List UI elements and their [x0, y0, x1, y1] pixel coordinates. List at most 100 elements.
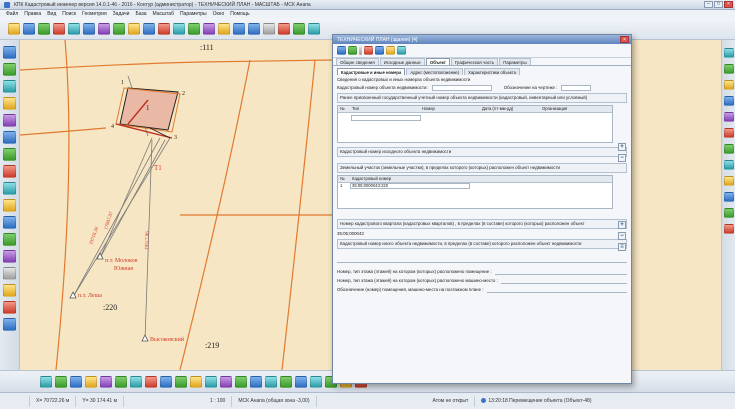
- add-row-button[interactable]: +: [618, 143, 626, 151]
- select-icon[interactable]: [278, 22, 290, 35]
- menu-parameters[interactable]: Параметры: [180, 11, 207, 17]
- arc-icon[interactable]: [3, 80, 16, 93]
- draw-tool-icon[interactable]: [250, 375, 262, 388]
- offset-icon[interactable]: [3, 148, 16, 161]
- draw-tool-icon[interactable]: [205, 375, 217, 388]
- draw-tool-icon[interactable]: [40, 375, 52, 388]
- ruler-icon[interactable]: [3, 216, 16, 229]
- menu-tasks[interactable]: Задачи: [113, 11, 130, 17]
- draw-tool-icon[interactable]: [265, 375, 277, 388]
- zoom-in-icon[interactable]: [233, 22, 245, 35]
- node-icon[interactable]: [3, 97, 16, 110]
- hatch-icon[interactable]: [3, 267, 16, 280]
- subtab-characteristics[interactable]: Характеристики объекта: [464, 68, 520, 75]
- dialog-export-icon[interactable]: [375, 46, 384, 55]
- info-icon[interactable]: [723, 208, 734, 218]
- draw-tool-icon[interactable]: [220, 375, 232, 388]
- menu-edit[interactable]: Правка: [24, 11, 41, 17]
- draw-tool-icon[interactable]: [145, 375, 157, 388]
- symbol-icon[interactable]: [3, 250, 16, 263]
- draw-tool-icon[interactable]: [280, 375, 292, 388]
- close-button[interactable]: ×: [724, 1, 733, 8]
- land-more-button[interactable]: ≡: [618, 243, 626, 251]
- report-icon[interactable]: [723, 176, 734, 186]
- subtab-cad-numbers[interactable]: Кадастровые и иные номера: [337, 68, 406, 75]
- plan-input[interactable]: [561, 85, 592, 91]
- draw-tool-icon[interactable]: [190, 375, 202, 388]
- dialog-xml-icon[interactable]: [364, 46, 373, 55]
- building-parcel[interactable]: [115, 87, 181, 139]
- pencil-icon[interactable]: [3, 46, 16, 59]
- measure-icon[interactable]: [173, 22, 185, 35]
- search-icon[interactable]: [308, 22, 320, 35]
- visibility-icon[interactable]: [723, 64, 734, 74]
- check-icon[interactable]: [3, 318, 16, 331]
- dialog-help-icon[interactable]: [348, 46, 357, 55]
- menu-database[interactable]: База: [135, 11, 146, 17]
- survey-point-marker[interactable]: [141, 334, 149, 342]
- dialog-save-icon[interactable]: [337, 46, 346, 55]
- delete-icon[interactable]: [53, 22, 65, 35]
- merge-icon[interactable]: [3, 131, 16, 144]
- grid-icon[interactable]: [3, 233, 16, 246]
- menu-view[interactable]: Вид: [47, 11, 56, 17]
- lock-icon[interactable]: [723, 80, 734, 90]
- draw-tool-icon[interactable]: [70, 375, 82, 388]
- style-icon[interactable]: [723, 112, 734, 122]
- refresh-icon[interactable]: [68, 22, 80, 35]
- layers-icon[interactable]: [98, 22, 110, 35]
- new-icon[interactable]: [38, 22, 50, 35]
- menu-window[interactable]: Окно: [213, 11, 225, 17]
- status-scale[interactable]: 1 : 100: [204, 395, 233, 407]
- subtab-address[interactable]: Адрес (местоположение): [406, 68, 464, 75]
- dialog-check-icon[interactable]: [397, 46, 406, 55]
- draw-tool-icon[interactable]: [235, 375, 247, 388]
- table-row[interactable]: 1 35:05:0000043:220: [338, 183, 612, 189]
- prev-type-cell[interactable]: [351, 115, 421, 121]
- tab-object[interactable]: Объект: [425, 58, 450, 65]
- land-table[interactable]: № Кадастровый номер 1 35:05:0000043:220: [337, 175, 613, 209]
- properties-icon[interactable]: [723, 96, 734, 106]
- split-icon[interactable]: [3, 114, 16, 127]
- export-icon[interactable]: [723, 144, 734, 154]
- dialog-close-button[interactable]: ×: [620, 36, 629, 43]
- dialog-print-icon[interactable]: [386, 46, 395, 55]
- land-remove-button[interactable]: −: [618, 232, 626, 240]
- tab-general[interactable]: Общие сведения: [336, 58, 379, 65]
- parking-input[interactable]: [500, 278, 627, 284]
- cut-icon[interactable]: [158, 22, 170, 35]
- rotate-icon[interactable]: [203, 22, 215, 35]
- edit-vertex-icon[interactable]: [3, 63, 16, 76]
- draw-tool-icon[interactable]: [130, 375, 142, 388]
- table-icon[interactable]: [293, 22, 305, 35]
- warning-icon[interactable]: [723, 128, 734, 138]
- settings-icon[interactable]: [723, 192, 734, 202]
- cad-num-input[interactable]: [431, 85, 492, 91]
- remove-row-button[interactable]: −: [618, 154, 626, 162]
- draw-tool-icon[interactable]: [85, 375, 97, 388]
- color-icon[interactable]: [3, 301, 16, 314]
- open-icon[interactable]: [8, 22, 20, 35]
- print-icon[interactable]: [83, 22, 95, 35]
- layer-icon[interactable]: [723, 48, 734, 58]
- label-icon[interactable]: [3, 182, 16, 195]
- floor-input[interactable]: [494, 269, 627, 275]
- draw-tool-icon[interactable]: [160, 375, 172, 388]
- draw-tool-icon[interactable]: [55, 375, 67, 388]
- room-input[interactable]: [486, 287, 627, 293]
- maximize-button[interactable]: □: [714, 1, 723, 8]
- menu-scale[interactable]: Масштаб: [153, 11, 174, 17]
- erase-icon[interactable]: [3, 165, 16, 178]
- draw-tool-icon[interactable]: [175, 375, 187, 388]
- draw-tool-icon[interactable]: [100, 375, 112, 388]
- fill-icon[interactable]: [3, 284, 16, 297]
- menu-help[interactable]: Помощь: [230, 11, 249, 17]
- point-icon[interactable]: [113, 22, 125, 35]
- minimize-button[interactable]: –: [704, 1, 713, 8]
- close-panel-icon[interactable]: [723, 224, 734, 234]
- status-crs[interactable]: МСК Анапа (общая зона -3,00): [232, 395, 317, 407]
- menu-search[interactable]: Поиск: [62, 11, 76, 17]
- menu-file[interactable]: Файл: [6, 11, 18, 17]
- text-icon[interactable]: [3, 199, 16, 212]
- pan-icon[interactable]: [263, 22, 275, 35]
